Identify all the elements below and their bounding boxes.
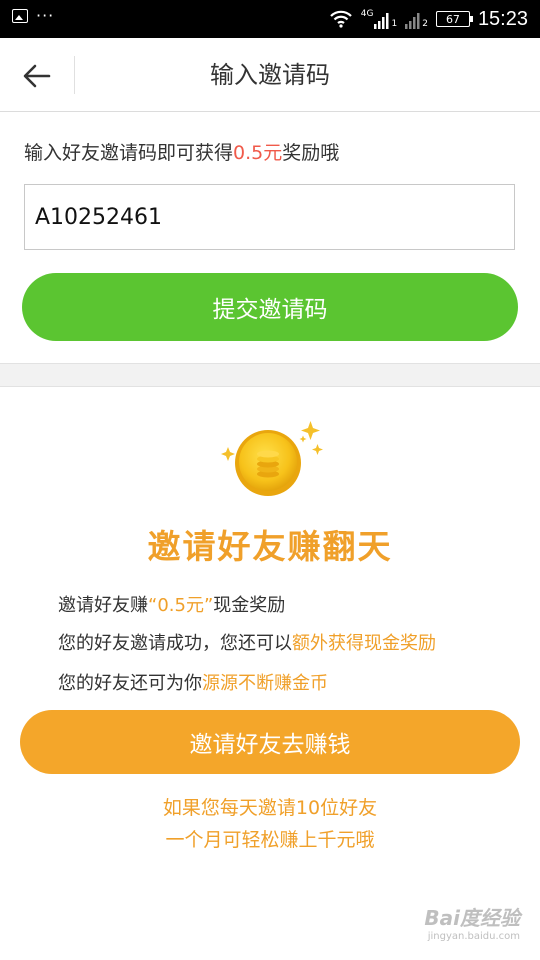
more-notifications-icon: ··· [36,6,55,25]
baidu-jingyan-watermark: Bai度经验 jingyan.baidu.com [424,906,520,942]
back-arrow-icon [23,64,51,88]
navigation-bar: 输入邀请码 [0,38,540,112]
section-divider [0,363,540,387]
status-bar: ··· 4G 1 2 67 15:23 [0,0,540,38]
invite-hint: 输入好友邀请码即可获得0.5元奖励哦 [24,142,340,164]
battery-icon: 67 [435,11,473,27]
submit-invite-code-button[interactable]: 提交邀请码 [22,273,518,341]
promo-title: 邀请好友赚翻天 [147,527,393,566]
invite-code-input[interactable] [24,184,515,250]
invite-friends-button[interactable]: 邀请好友去赚钱 [20,710,520,774]
clock: 15:23 [477,7,528,30]
promo-footer-line-2: 一个月可轻松赚上千元哦 [165,829,375,851]
image-notification-icon [12,9,28,23]
promo-footer-line-1: 如果您每天邀请10位好友 [162,797,378,819]
promo-line-3: 您的好友还可为你源源不断赚金币 [58,673,328,694]
nav-divider [74,56,75,94]
promo-line-1: 邀请好友赚“0.5元”现金奖励 [58,595,286,616]
back-button[interactable] [14,56,60,96]
signal-2-icon: 2 [405,9,428,29]
gold-coin-icon [221,421,323,496]
reward-amount: 0.5元 [233,142,283,164]
promo-line-2: 您的好友邀请成功，您还可以额外获得现金奖励 [58,633,436,654]
wifi-icon [329,10,352,28]
battery-level: 67 [445,12,460,26]
page-title: 输入邀请码 [210,61,330,89]
signal-1-icon: 4G 1 [360,9,398,29]
